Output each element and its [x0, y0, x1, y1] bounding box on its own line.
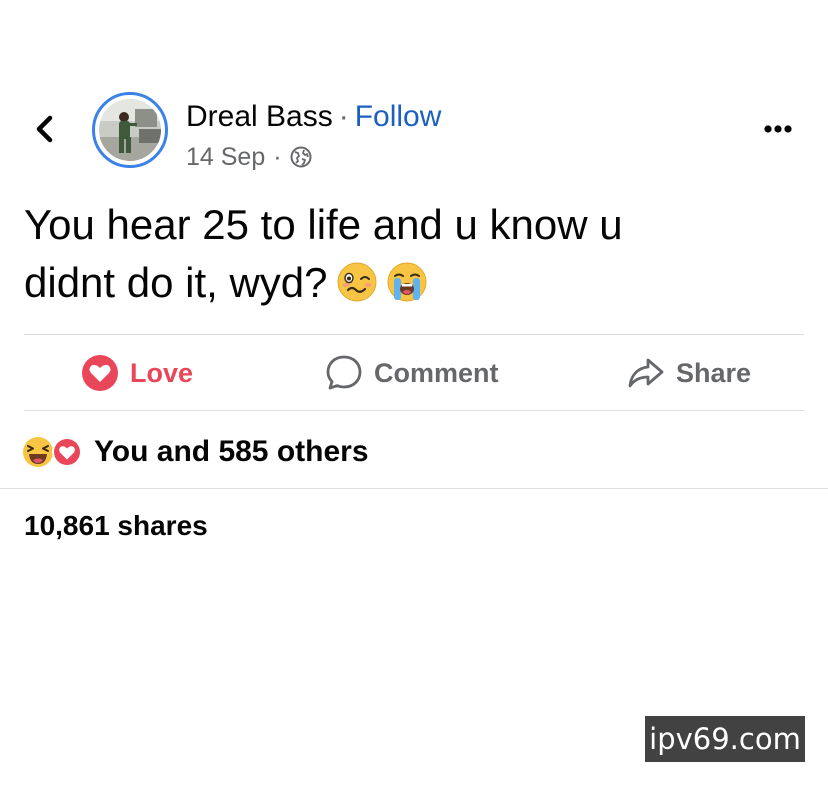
meta-separator: ·	[273, 143, 282, 171]
author-separator: ·	[338, 100, 349, 133]
post-text-line-2: didnt do it, wyd?	[24, 259, 328, 306]
avatar[interactable]	[92, 92, 168, 168]
reaction-icons	[22, 436, 84, 468]
more-horizontal-icon	[764, 125, 792, 133]
back-button[interactable]	[28, 112, 62, 146]
comment-icon	[326, 355, 362, 390]
avatar-photo	[99, 99, 161, 161]
share-icon	[628, 358, 664, 388]
reactions-summary[interactable]: You and 585 others	[22, 430, 369, 474]
post-text-line: You hear 25 to life and u know u	[24, 201, 623, 248]
post-text-line: didnt do it, wyd?	[24, 254, 804, 312]
love-reaction-icon	[52, 437, 82, 467]
shares-count[interactable]: 10,861 shares	[24, 510, 208, 542]
more-options-button[interactable]	[756, 114, 800, 144]
comment-button[interactable]: Comment	[324, 336, 499, 410]
author-line: Dreal Bass · Follow	[186, 100, 441, 134]
love-reaction-icon	[82, 355, 118, 391]
divider	[0, 488, 828, 489]
chevron-left-icon	[36, 115, 53, 143]
divider	[24, 334, 804, 335]
post-text: You hear 25 to life and u know u didnt d…	[24, 196, 804, 312]
post-header: Dreal Bass · Follow 14 Sep ·	[0, 90, 828, 180]
post-date[interactable]: 14 Sep	[186, 142, 265, 172]
share-button[interactable]: Share	[626, 336, 751, 410]
follow-button[interactable]: Follow	[355, 100, 442, 133]
action-bar: Love Comment Share	[24, 336, 804, 410]
author-name[interactable]: Dreal Bass	[186, 100, 333, 133]
love-button[interactable]: Love	[80, 336, 193, 410]
reactions-text: You and 585 others	[94, 435, 369, 468]
watermark: ipv69.com	[645, 716, 805, 762]
comment-label: Comment	[374, 357, 499, 388]
post-meta: 14 Sep ·	[186, 142, 312, 172]
divider	[24, 410, 804, 411]
globe-icon[interactable]	[290, 146, 312, 168]
woozy-face-emoji	[337, 262, 377, 302]
share-label: Share	[676, 357, 752, 388]
love-label: Love	[130, 357, 194, 388]
loudly-crying-face-emoji	[387, 262, 427, 302]
